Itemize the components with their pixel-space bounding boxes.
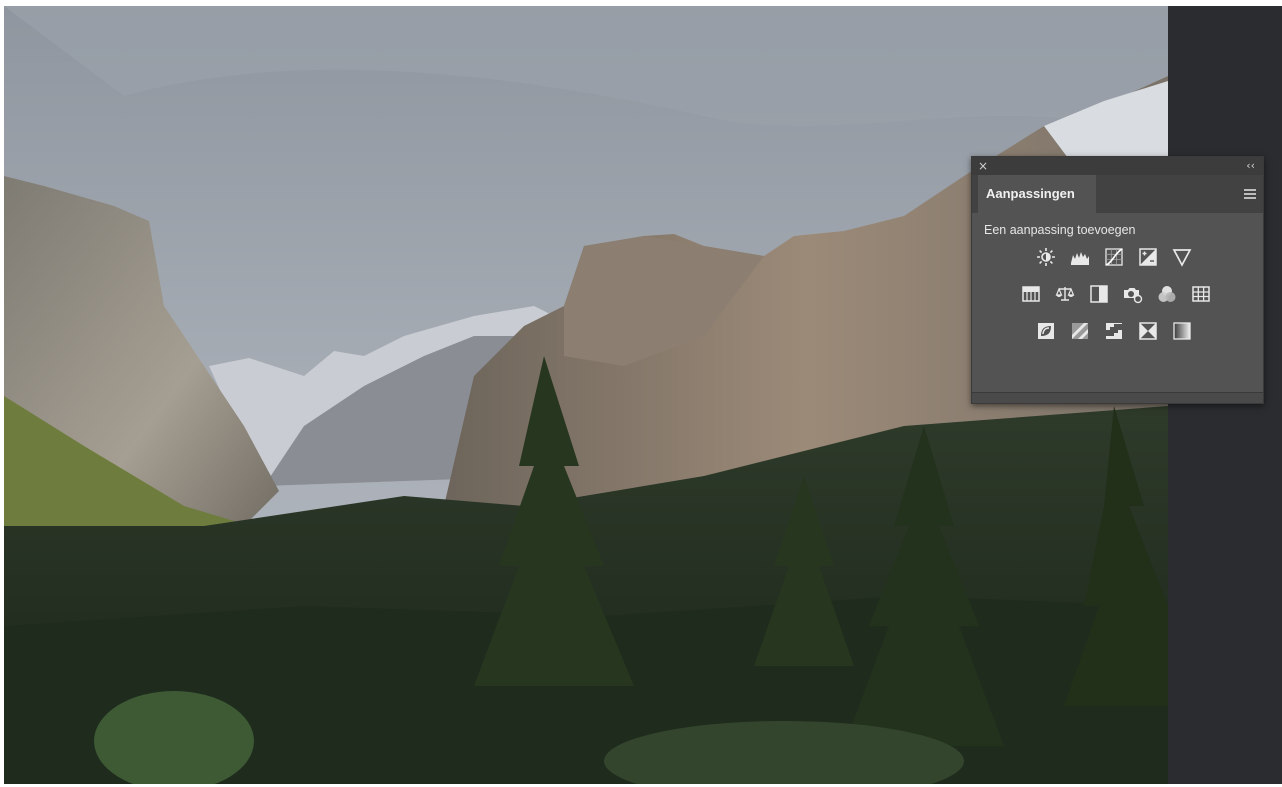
color-balance-icon[interactable] (1053, 282, 1077, 306)
icon-row-1 (1034, 245, 1194, 269)
posterize-icon[interactable] (1068, 319, 1092, 343)
panel-subtitle: Een aanpassing toevoegen (984, 223, 1136, 237)
vibrance-icon[interactable] (1170, 245, 1194, 269)
panel-footer (972, 392, 1263, 403)
brightness-contrast-icon[interactable] (1034, 245, 1058, 269)
channel-mixer-icon[interactable] (1155, 282, 1179, 306)
levels-icon[interactable] (1068, 245, 1092, 269)
photo-filter-icon[interactable] (1121, 282, 1145, 306)
panel-header-bar[interactable]: × ‹‹ (972, 157, 1263, 175)
panel-tab-bar: Aanpassingen (972, 175, 1263, 213)
tab-adjustments[interactable]: Aanpassingen (978, 175, 1096, 213)
exposure-icon[interactable] (1136, 245, 1160, 269)
color-lookup-icon[interactable] (1189, 282, 1213, 306)
gradient-map-icon[interactable] (1170, 319, 1194, 343)
icon-row-3 (1034, 319, 1194, 343)
selective-color-icon[interactable] (1136, 319, 1160, 343)
threshold-icon[interactable] (1102, 319, 1126, 343)
adjustments-panel: × ‹‹ Aanpassingen Een aanpassing toevoeg… (971, 156, 1264, 404)
black-white-icon[interactable] (1087, 282, 1111, 306)
hue-saturation-icon[interactable] (1019, 282, 1043, 306)
curves-icon[interactable] (1102, 245, 1126, 269)
collapse-icon[interactable]: ‹‹ (1246, 159, 1255, 173)
invert-icon[interactable] (1034, 319, 1058, 343)
icon-row-2 (1019, 282, 1213, 306)
close-icon[interactable]: × (978, 159, 988, 173)
hamburger-menu-icon[interactable] (1244, 189, 1256, 199)
